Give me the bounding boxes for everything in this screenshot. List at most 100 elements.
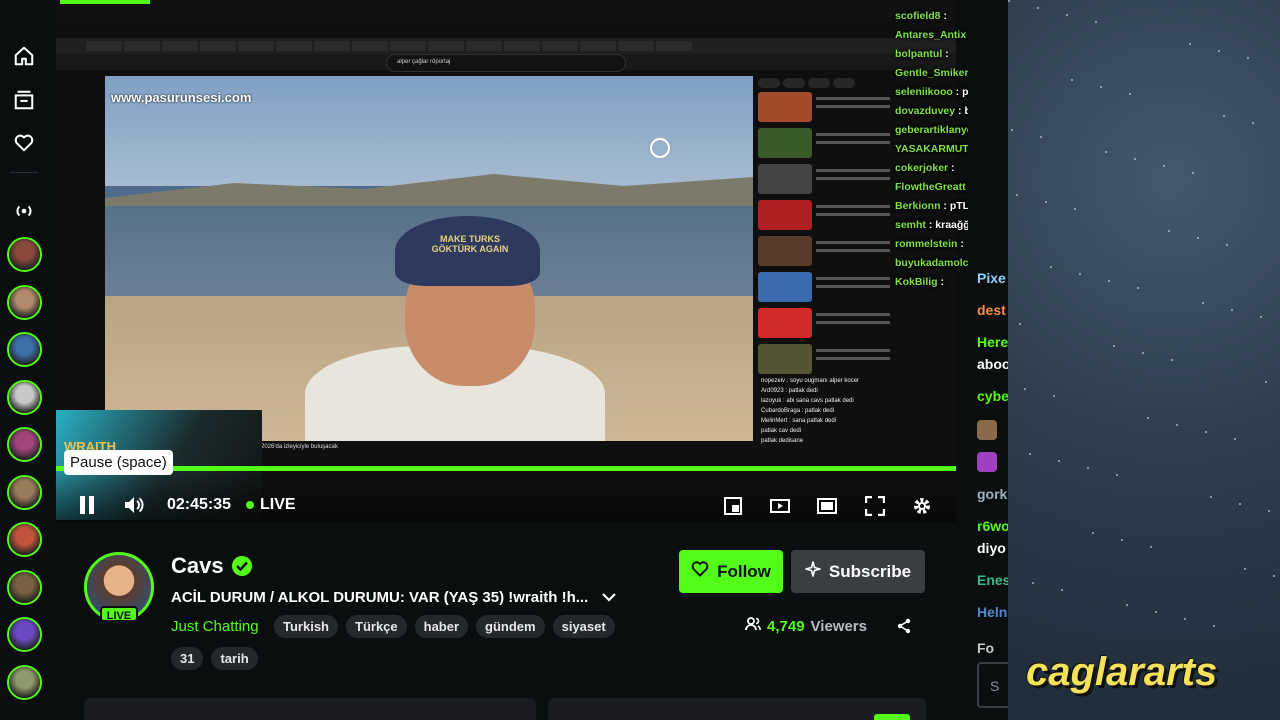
- avatar-image: [9, 571, 40, 603]
- chat-message-fragment: aboo: [977, 356, 1008, 372]
- follow-button[interactable]: Follow: [679, 550, 783, 593]
- channel-name-row: Cavs: [171, 553, 252, 579]
- star-decoration: [1231, 309, 1233, 311]
- star-decoration: [1100, 86, 1102, 88]
- star-decoration: [1087, 467, 1089, 469]
- category-link[interactable]: Just Chatting: [171, 618, 259, 635]
- followed-channel-avatar[interactable]: [7, 474, 42, 510]
- yt-chat-line: Ard0923 : patlak dedi: [761, 388, 818, 394]
- chat-text: :: [942, 48, 949, 60]
- followed-channel-avatar[interactable]: [7, 617, 42, 652]
- chat-text: :: [940, 10, 947, 22]
- chat-username: KokBilig: [895, 276, 938, 288]
- star-decoration: [1113, 345, 1115, 347]
- star-decoration: [1129, 93, 1131, 95]
- channel-name[interactable]: Cavs: [171, 553, 224, 579]
- avatar-image: [9, 524, 40, 555]
- chat-message-fragment: dest: [977, 302, 1006, 318]
- viewers-icon: [745, 617, 761, 635]
- star-decoration: [1147, 417, 1149, 419]
- share-icon[interactable]: [896, 618, 912, 639]
- star-decoration: [1126, 604, 1128, 606]
- star-decoration: [1121, 539, 1123, 541]
- stream-tag[interactable]: 31: [171, 647, 204, 670]
- miniplayer-icon[interactable]: [723, 496, 743, 516]
- video-player[interactable]: alper çağlar röportaj MAKE TURKS GÖKTÜRK…: [56, 0, 956, 522]
- star-decoration: [1050, 266, 1052, 268]
- followed-channel-avatar[interactable]: [7, 569, 42, 605]
- stream-title: ACİL DURUM / ALKOL DURUMU: VAR (YAŞ 35) …: [171, 589, 589, 606]
- viewers-count: 4,749: [767, 617, 805, 635]
- aa-logo-icon: [650, 138, 670, 158]
- star-decoration: [1016, 194, 1018, 196]
- star-decoration: [1116, 474, 1118, 476]
- chat-panel: Pixe dest Here aboo cybe gork r6wo diyo Enes Heln…: [968, 0, 1008, 720]
- star-decoration: [1234, 438, 1236, 440]
- following-icon[interactable]: [12, 131, 36, 155]
- info-panel-card-2: [548, 698, 926, 720]
- chat-message-fragment: Heln: [977, 604, 1008, 620]
- settings-gear-icon[interactable]: [911, 495, 933, 517]
- subscribe-button[interactable]: Subscribe: [791, 550, 925, 593]
- stream-tag[interactable]: Türkçe: [346, 615, 407, 638]
- yt-chat-line: lazoyuk : abi sana cavs patlak dedi: [761, 398, 854, 404]
- verified-badge-icon: [231, 556, 252, 576]
- chat-username: bolpantul: [895, 48, 943, 60]
- star-decoration: [1071, 79, 1073, 81]
- star-decoration: [1163, 165, 1165, 167]
- star-decoration: [1171, 359, 1173, 361]
- followed-channel-avatar[interactable]: [7, 427, 42, 462]
- star-decoration: [1213, 625, 1215, 627]
- stream-tag[interactable]: haber: [414, 615, 469, 638]
- fullscreen-icon[interactable]: [864, 495, 886, 517]
- followed-channel-avatar[interactable]: [7, 284, 42, 320]
- follow-label: Follow: [717, 561, 771, 581]
- viewer-count: 4,749 Viewers: [745, 617, 867, 635]
- caglararts-logo: caglararts: [1026, 650, 1218, 694]
- followed-channel-avatar[interactable]: [7, 332, 42, 367]
- star-decoration: [1074, 208, 1076, 210]
- volume-icon[interactable]: [123, 494, 145, 516]
- star-decoration: [1189, 43, 1191, 45]
- star-decoration: [1273, 575, 1275, 577]
- stream-tag[interactable]: gündem: [476, 615, 545, 638]
- star-decoration: [1239, 503, 1241, 505]
- chat-username: Gentle_Smiker: [895, 67, 969, 79]
- info-panel-card: [84, 698, 536, 720]
- star-decoration: [1095, 21, 1097, 23]
- followed-channel-avatar[interactable]: [7, 379, 42, 415]
- stream-tag[interactable]: Turkish: [274, 615, 338, 638]
- chat-username: Antares_Antix: [895, 29, 967, 41]
- star-decoration: [1210, 496, 1212, 498]
- chat-message-fragment: Fo: [977, 640, 995, 656]
- clip-icon[interactable]: [769, 496, 791, 516]
- app: alper çağlar röportaj MAKE TURKS GÖKTÜRK…: [0, 0, 1280, 720]
- star-decoration: [1137, 287, 1139, 289]
- star-decoration: [1155, 611, 1157, 613]
- browse-icon[interactable]: [12, 88, 36, 112]
- star-decoration: [1024, 388, 1026, 390]
- stream-tag[interactable]: tarih: [211, 647, 258, 670]
- chevron-down-icon[interactable]: [602, 589, 617, 606]
- star-decoration: [1061, 589, 1063, 591]
- star-decoration: [1268, 510, 1270, 512]
- followed-channel-avatar[interactable]: [7, 522, 42, 557]
- followed-channel-avatar[interactable]: [7, 664, 42, 700]
- yt-search-box: alper çağlar röportaj: [386, 54, 626, 72]
- pause-button[interactable]: [76, 494, 98, 516]
- followed-channel-avatar[interactable]: [7, 237, 42, 272]
- avatar-image: [9, 476, 40, 508]
- live-dot: [246, 501, 254, 509]
- home-icon[interactable]: [12, 44, 36, 68]
- chat-emote-icon: [977, 420, 997, 440]
- heart-icon: [691, 561, 709, 582]
- star-decoration: [1108, 280, 1110, 282]
- theater-mode-icon[interactable]: [816, 496, 838, 516]
- star-decoration: [1032, 582, 1034, 584]
- progress-bar[interactable]: [56, 466, 956, 471]
- chat-input-placeholder: S: [990, 678, 1000, 694]
- star-decoration: [1226, 244, 1228, 246]
- avatar-image: [9, 666, 40, 698]
- live-label: LIVE: [260, 496, 296, 513]
- stream-tag[interactable]: siyaset: [552, 615, 615, 638]
